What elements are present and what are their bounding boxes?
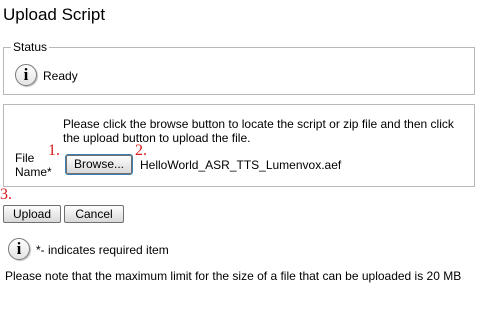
file-label-line-1: File [15,151,35,165]
status-text: Ready [43,69,78,83]
instructions-line-2: the upload button to upload the file. [63,131,251,145]
page-title: Upload Script [3,5,106,24]
selected-file-name: HelloWorld_ASR_TTS_Lumenvox.aef [140,158,342,172]
instructions-line-1: Please click the browse button to locate… [63,117,454,131]
browse-button[interactable]: Browse... [66,155,132,174]
required-note: *- indicates required item [36,243,169,257]
status-legend: Status [11,40,50,54]
upload-button[interactable]: Upload [3,205,61,223]
info-icon: i [15,64,37,86]
annotation-marker-1: 1. [48,142,60,159]
annotation-marker-3: 3. [0,186,12,203]
cancel-button[interactable]: Cancel [64,205,124,223]
file-label-line-2: Name* [15,165,52,179]
required-info-icon: i [8,238,30,260]
file-size-limit-note: Please note that the maximum limit for t… [5,269,462,283]
